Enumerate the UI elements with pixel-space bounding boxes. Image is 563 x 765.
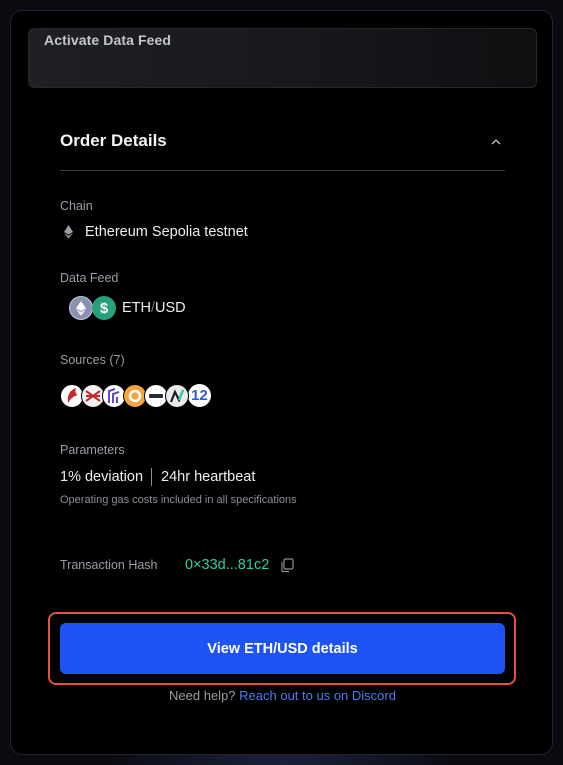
data-feed-label: Data Feed [60,271,119,285]
data-feed-row: $ ETH / USD [60,296,186,320]
sources-label: Sources (7) [60,353,125,367]
chevron-up-icon[interactable] [489,137,503,147]
help-text: Need help? Reach out to us on Discord [11,688,554,703]
transaction-row: Transaction Hash 0×33d...81c2 [60,557,295,573]
chain-value: Ethereum Sepolia testnet [85,224,248,240]
section-title: Order Details [60,131,167,150]
feed-base: ETH [122,300,151,316]
gas-cost-note: Operating gas costs included in all spec… [60,494,297,506]
transaction-hash-link[interactable]: 0×33d...81c2 [185,557,269,573]
discord-link[interactable]: Reach out to us on Discord [239,688,396,703]
sources-count-badge: 12 [187,383,212,408]
heartbeat-value: 24hr heartbeat [161,469,256,485]
parameters-row: 1% deviation 24hr heartbeat [60,468,255,486]
chain-value-row: Ethereum Sepolia testnet [60,224,248,240]
help-prefix: Need help? [169,688,236,703]
eth-token-icon [69,296,93,320]
view-details-button[interactable]: View ETH/USD details [60,623,505,674]
parameter-divider [151,468,153,486]
copy-icon[interactable] [279,557,295,573]
order-card: Activate Data Feed Order Details Chain E… [10,10,553,755]
ethereum-icon [64,225,73,239]
order-details-header[interactable]: Order Details [60,119,505,171]
usd-icon: $ [92,296,116,320]
parameters-label: Parameters [60,443,125,457]
header-title: Activate Data Feed [44,32,172,48]
feed-quote: USD [155,300,186,316]
source-icon-6 [165,383,189,408]
deviation-value: 1% deviation [60,469,144,485]
transaction-label: Transaction Hash [60,558,158,572]
sources-list: 12 [60,383,212,408]
token-pair: $ [69,296,116,320]
chain-label: Chain [60,199,93,213]
cta-highlight: View ETH/USD details [48,612,516,685]
